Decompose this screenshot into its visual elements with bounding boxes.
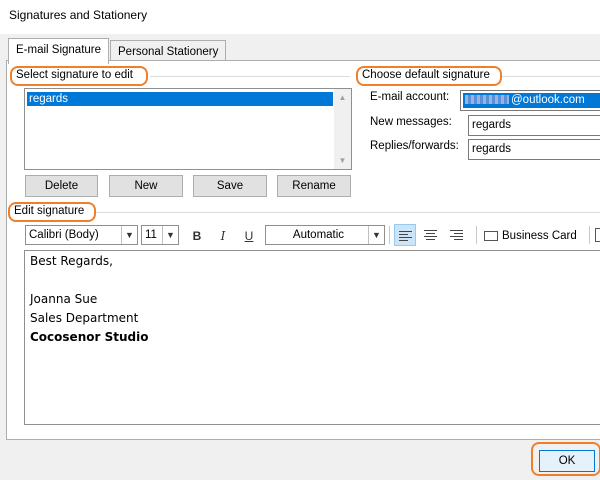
font-family-value: Calibri (Body) [29, 229, 99, 241]
redacted-account [465, 95, 509, 105]
rename-button[interactable]: Rename [277, 175, 351, 197]
default-group-divider [502, 76, 600, 77]
align-center-button[interactable] [420, 224, 442, 246]
font-color-select[interactable]: Automatic ▼ [265, 225, 385, 245]
business-card-button[interactable]: Business Card [484, 226, 577, 246]
select-group-divider [150, 76, 350, 77]
bold-icon: B [192, 229, 202, 243]
italic-icon: I [220, 229, 226, 243]
font-family-select[interactable]: Calibri (Body) ▼ [25, 225, 138, 245]
insert-picture-icon[interactable] [595, 228, 600, 242]
delete-button[interactable]: Delete [25, 175, 98, 197]
signature-listbox[interactable]: regards ▲ ▼ [24, 88, 352, 170]
bold-button[interactable]: B [186, 226, 208, 246]
email-account-select[interactable]: @outlook.com [460, 90, 600, 111]
toolbar-separator [476, 226, 477, 244]
ok-button-label: OK [558, 455, 576, 467]
list-item[interactable]: regards [27, 92, 333, 106]
email-account-label: E-mail account: [370, 91, 450, 103]
ok-button[interactable]: OK [539, 450, 595, 472]
email-account-value: @outlook.com [511, 94, 585, 106]
edit-signature-label: Edit signature [14, 205, 85, 217]
replies-forwards-label: Replies/forwards: [370, 140, 459, 152]
align-right-button[interactable] [446, 224, 468, 246]
signature-line: Joanna Sue [30, 292, 98, 306]
new-messages-value: regards [472, 119, 511, 131]
font-size-value: 11 [145, 229, 157, 241]
underline-icon: U [244, 229, 254, 243]
signature-editor[interactable]: Best Regards, Joanna Sue Sales Departmen… [24, 250, 600, 425]
tab-personal-stationery-label: Personal Stationery [118, 46, 219, 58]
signature-line: Best Regards, [30, 254, 113, 268]
replies-forwards-select[interactable]: regards [468, 139, 600, 160]
underline-button[interactable]: U [238, 226, 260, 246]
toolbar-separator [589, 226, 590, 244]
edit-group-divider [96, 212, 600, 213]
chevron-down-icon: ▼ [162, 226, 178, 244]
tab-email-signature[interactable]: E-mail Signature [8, 38, 110, 64]
default-signature-label: Choose default signature [362, 69, 490, 81]
rename-button-label: Rename [292, 180, 336, 192]
new-messages-select[interactable]: regards [468, 115, 600, 136]
toolbar-separator [389, 226, 390, 244]
select-signature-label: Select signature to edit [16, 69, 133, 81]
italic-button[interactable]: I [212, 226, 234, 246]
business-card-label: Business Card [502, 230, 577, 242]
font-color-value: Automatic [292, 229, 345, 241]
font-size-select[interactable]: 11 ▼ [141, 225, 179, 245]
replies-forwards-value: regards [472, 143, 511, 155]
delete-button-label: Delete [44, 180, 79, 192]
new-button[interactable]: New [109, 175, 183, 197]
chevron-down-icon: ▼ [368, 226, 384, 244]
align-left-button[interactable] [394, 224, 416, 246]
window-title: Signatures and Stationery [9, 8, 148, 22]
save-button[interactable]: Save [193, 175, 267, 197]
business-card-icon [484, 230, 498, 241]
new-button-label: New [134, 180, 158, 192]
chevron-down-icon: ▼ [121, 226, 137, 244]
signature-line: Sales Department [30, 311, 139, 325]
list-scrollbar[interactable]: ▲ ▼ [334, 89, 351, 169]
scroll-down-icon[interactable]: ▼ [334, 152, 351, 169]
new-messages-label: New messages: [370, 116, 452, 128]
signature-line: Cocosenor Studio [30, 330, 149, 344]
email-account-selection: @outlook.com [463, 93, 600, 108]
save-button-label: Save [216, 180, 244, 192]
tab-email-signature-label: E-mail Signature [16, 44, 102, 56]
scroll-up-icon[interactable]: ▲ [334, 89, 351, 106]
